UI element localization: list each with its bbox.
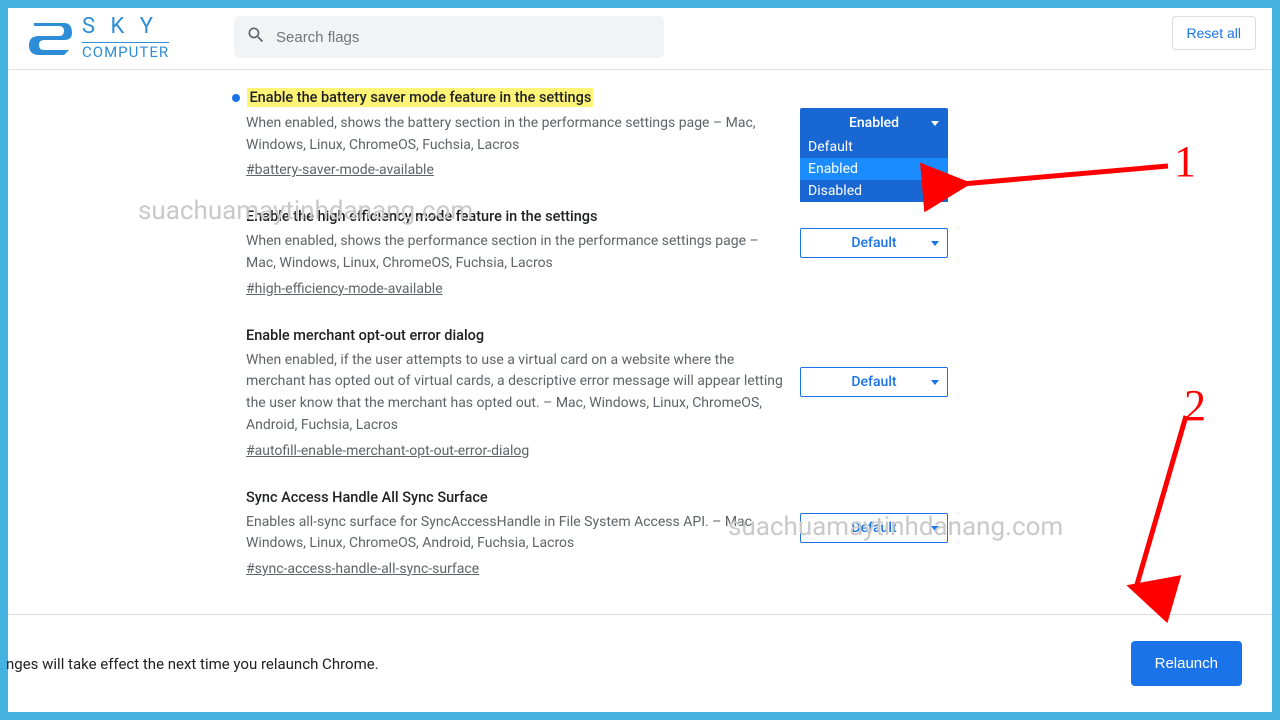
logo-icon: [24, 21, 74, 55]
flag-item: Enable merchant opt-out error dialog Whe…: [246, 327, 950, 459]
logo-text-top: S K Y: [82, 16, 169, 38]
flag-hash-link[interactable]: #sync-access-handle-all-sync-surface: [246, 561, 479, 577]
dropdown-option-disabled[interactable]: Disabled: [800, 180, 948, 202]
changed-indicator-dot: [232, 94, 240, 102]
flag-title: Enable the high efficiency mode feature …: [246, 208, 597, 225]
search-box[interactable]: [234, 16, 664, 58]
flag-description: When enabled, if the user attempts to us…: [246, 350, 786, 437]
flag-hash-link[interactable]: #high-efficiency-mode-available: [246, 281, 443, 297]
flag-hash-link[interactable]: #battery-saver-mode-available: [246, 162, 434, 178]
flags-list: Enable the battery saver mode feature in…: [8, 70, 1272, 610]
flag-hash-link[interactable]: #autofill-enable-merchant-opt-out-error-…: [246, 443, 529, 459]
dropdown-option-enabled[interactable]: Enabled: [800, 158, 948, 180]
flag-description: When enabled, shows the battery section …: [246, 113, 786, 156]
footer-message: nges will take effect the next time you …: [6, 655, 379, 673]
header-bar: S K Y COMPUTER Reset all: [8, 8, 1272, 70]
flag-description: Enables all-sync surface for SyncAccessH…: [246, 512, 786, 555]
logo: S K Y COMPUTER: [24, 16, 234, 60]
flag-title: Enable merchant opt-out error dialog: [246, 327, 484, 344]
flag-select[interactable]: Default: [800, 228, 948, 258]
relaunch-button[interactable]: Relaunch: [1131, 641, 1242, 686]
flag-item: Enable the high efficiency mode feature …: [246, 208, 950, 296]
flag-description: When enabled, shows the performance sect…: [246, 231, 786, 274]
flag-item: Enable the battery saver mode feature in…: [246, 88, 950, 178]
flag-item: Sync Access Handle All Sync Surface Enab…: [246, 489, 950, 577]
search-input[interactable]: [276, 29, 652, 46]
logo-text-bottom: COMPUTER: [82, 42, 169, 60]
flag-select[interactable]: Enabled: [800, 108, 948, 138]
search-icon: [246, 25, 266, 49]
footer-bar: nges will take effect the next time you …: [8, 614, 1272, 712]
reset-all-button[interactable]: Reset all: [1172, 16, 1256, 50]
flag-select[interactable]: Default: [800, 367, 948, 397]
flag-title: Enable the battery saver mode feature in…: [247, 88, 593, 107]
flag-select[interactable]: Default: [800, 513, 948, 543]
dropdown-option-default[interactable]: Default: [800, 136, 948, 158]
flag-select-dropdown: Default Enabled Disabled: [800, 136, 948, 202]
flag-title: Sync Access Handle All Sync Surface: [246, 489, 488, 506]
